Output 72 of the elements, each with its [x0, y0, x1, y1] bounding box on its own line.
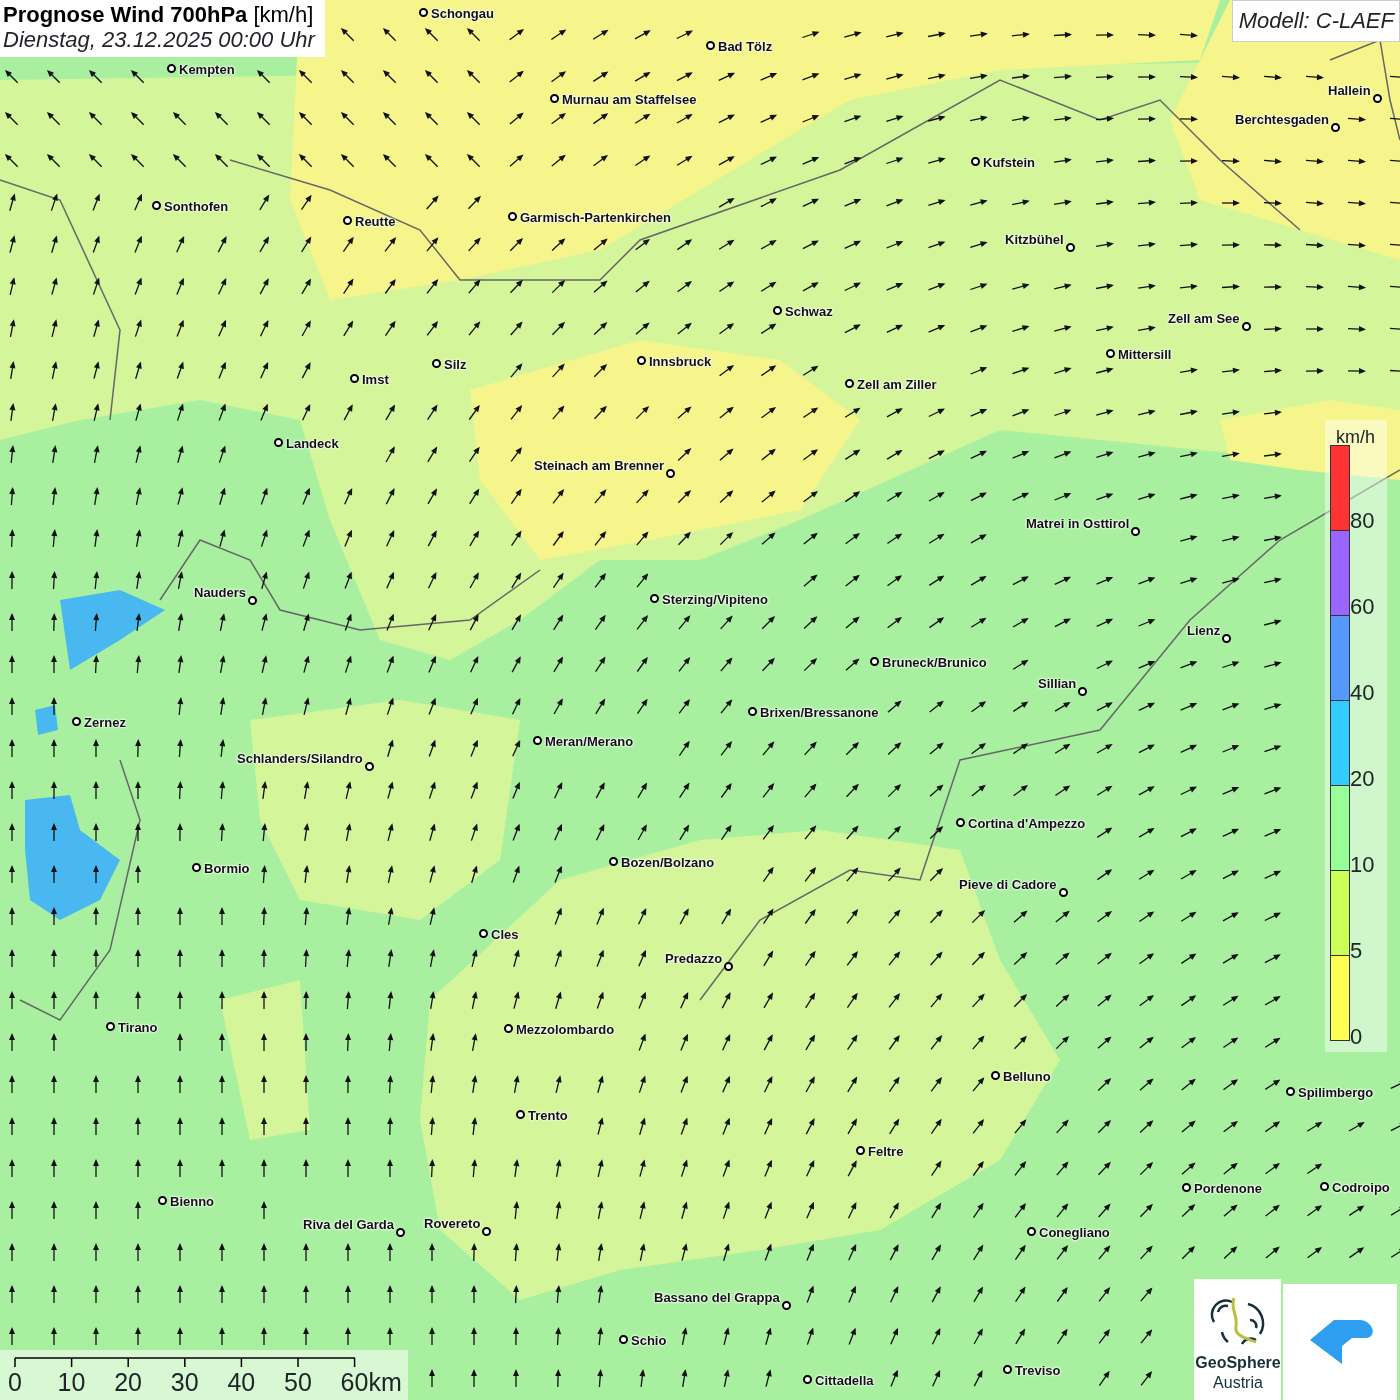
city-label: Zell am Ziller: [857, 378, 937, 391]
city-label: Bormio: [204, 862, 250, 875]
city-label: Zell am See: [1168, 312, 1240, 325]
city-label: Kufstein: [983, 156, 1035, 169]
forecast-time: Dienstag, 23.12.2025 00:00 Uhr: [3, 27, 315, 53]
city-label: Pieve di Cadore: [959, 878, 1057, 891]
city-label: Murnau am Staffelsee: [562, 93, 697, 106]
city-label: Bassano del Grappa: [654, 1291, 780, 1304]
logo-text: GeoSphere: [1195, 1355, 1281, 1371]
scale-value: 0: [1350, 1026, 1363, 1048]
scale-value: 60: [1350, 596, 1375, 618]
city-label: Imst: [362, 373, 389, 386]
logo-text: Austria: [1212, 1375, 1264, 1391]
scale-value: 5: [1350, 940, 1363, 962]
city-label: Codroipo: [1332, 1181, 1390, 1194]
city-label: Bienno: [170, 1195, 215, 1208]
scale-bar-label: 0: [8, 1370, 22, 1395]
city-label: Tirano: [118, 1021, 158, 1034]
scale-bar-label: 50: [284, 1370, 312, 1395]
city-label: Cles: [491, 928, 519, 941]
city-label: Feltre: [868, 1145, 904, 1158]
city-label: Bruneck/Brunico: [882, 656, 987, 669]
city-label: Cittadella: [815, 1374, 874, 1387]
legend-unit: km/h: [1336, 426, 1375, 449]
scale-value: 10: [1350, 854, 1375, 876]
city-label: Nauders: [194, 586, 247, 599]
city-label: Bozen/Bolzano: [621, 856, 715, 869]
city-label: Zernez: [84, 716, 126, 729]
scale-bar-label: 30: [170, 1370, 199, 1395]
city-label: Lienz: [1187, 624, 1221, 637]
city-label: Innsbruck: [649, 355, 712, 368]
city-label: Landeck: [286, 437, 339, 450]
city-label: Trento: [528, 1109, 568, 1122]
city-label: Treviso: [1015, 1364, 1061, 1377]
city-label: Conegliano: [1039, 1226, 1110, 1239]
scale-value: 20: [1350, 768, 1375, 790]
scale-bar-label: 40: [227, 1370, 256, 1395]
city-label: Reutte: [355, 215, 396, 228]
city-label: Meran/Merano: [545, 735, 634, 748]
city-label: Schlanders/Silandro: [237, 752, 363, 765]
city-label: Sonthofen: [164, 200, 229, 213]
city-label: Mezzolombardo: [516, 1023, 615, 1036]
city-label: Berchtesgaden: [1235, 113, 1329, 126]
city-label: Pordenone: [1194, 1182, 1262, 1195]
city-label: Steinach am Brenner: [534, 459, 665, 472]
city-label: Silz: [444, 358, 467, 371]
city-label: Belluno: [1003, 1070, 1051, 1083]
city-label: Garmisch-Partenkirchen: [520, 211, 671, 224]
city-label: Rovereto: [424, 1217, 481, 1230]
city-label: Cortina d'Ampezzo: [968, 817, 1086, 830]
city-label: Matrei in Osttirol: [1026, 517, 1130, 530]
scale-bar-label: 60km: [340, 1370, 402, 1395]
city-label: Spilimbergo: [1298, 1086, 1374, 1099]
city-label: Brixen/Bressanone: [760, 706, 879, 719]
city-label: Kitzbühel: [1005, 233, 1064, 246]
city-label: Schongau: [431, 7, 494, 20]
city-label: Sterzing/Vipiteno: [662, 593, 768, 606]
city-label: Schio: [631, 1334, 667, 1347]
model-label: Modell: C-LAEF: [1231, 0, 1400, 42]
scale-bar-label: 20: [114, 1370, 142, 1395]
scale-value: 40: [1350, 682, 1375, 704]
city-label: Schwaz: [785, 305, 833, 318]
city-label: Kempten: [179, 63, 235, 76]
city-label: Hallein: [1328, 84, 1371, 97]
city-label: Bad Tölz: [718, 40, 773, 53]
city-label: Predazzo: [665, 952, 723, 965]
map-title: Prognose Wind 700hPa [km/h]: [3, 2, 315, 28]
scale-bar-label: 10: [57, 1370, 86, 1395]
city-label: Riva del Garda: [303, 1218, 395, 1231]
scale-value: 80: [1350, 510, 1375, 532]
city-label: Mittersill: [1118, 348, 1172, 361]
city-label: Sillian: [1038, 677, 1077, 690]
